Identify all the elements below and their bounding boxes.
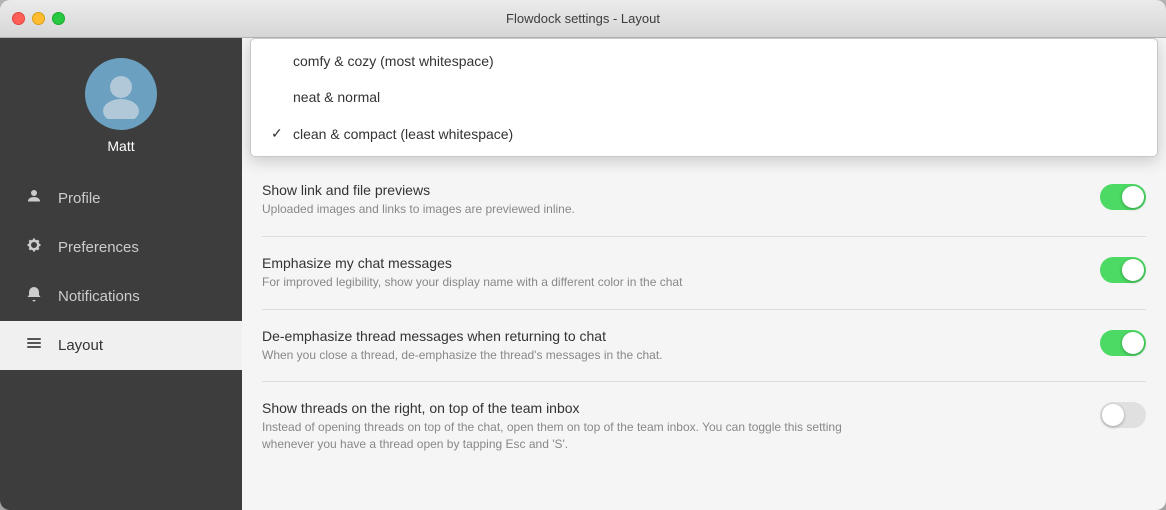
user-name: Matt [107, 138, 134, 154]
traffic-lights [12, 12, 65, 25]
window-title: Flowdock settings - Layout [506, 11, 660, 26]
sidebar-label-preferences: Preferences [58, 239, 139, 256]
dropdown-item-comfy[interactable]: comfy & cozy (most whitespace) [251, 43, 1157, 79]
sidebar-item-preferences[interactable]: Preferences [0, 223, 242, 272]
checkmark-comfy [271, 53, 287, 69]
close-button[interactable] [12, 12, 25, 25]
setting-row-link-previews: Show link and file previews Uploaded ima… [262, 164, 1146, 237]
sidebar-label-layout: Layout [58, 337, 103, 354]
dropdown-label-neat: neat & normal [293, 89, 380, 105]
setting-desc-threads-right: Instead of opening threads on top of the… [262, 419, 842, 453]
setting-title-threads-right: Show threads on the right, on top of the… [262, 400, 1080, 416]
avatar [85, 58, 157, 130]
sidebar-label-notifications: Notifications [58, 288, 140, 305]
sidebar: Matt Profile [0, 38, 242, 510]
toggle-deemphasize-thread[interactable] [1100, 330, 1146, 356]
checkmark-neat [271, 89, 287, 105]
setting-title-emphasize-chat: Emphasize my chat messages [262, 255, 1080, 271]
sidebar-item-profile[interactable]: Profile [0, 174, 242, 223]
setting-row-deemphasize-thread: De-emphasize thread messages when return… [262, 310, 1146, 383]
setting-text-deemphasize-thread: De-emphasize thread messages when return… [262, 328, 1100, 364]
dropdown-label-comfy: comfy & cozy (most whitespace) [293, 53, 494, 69]
bell-icon [24, 286, 44, 307]
checkmark-clean: ✓ [271, 125, 287, 142]
setting-title-deemphasize-thread: De-emphasize thread messages when return… [262, 328, 1080, 344]
toggle-knob-threads-right [1102, 404, 1124, 426]
setting-row-threads-right: Show threads on the right, on top of the… [262, 382, 1146, 471]
layout-dropdown[interactable]: comfy & cozy (most whitespace) neat & no… [250, 38, 1158, 157]
nav-items: Profile Preferences [0, 174, 242, 370]
toggle-knob-emphasize-chat [1122, 259, 1144, 281]
main-content: Matt Profile [0, 38, 1166, 510]
minimize-button[interactable] [32, 12, 45, 25]
setting-desc-link-previews: Uploaded images and links to images are … [262, 201, 842, 218]
toggle-knob-deemphasize-thread [1122, 332, 1144, 354]
toggle-knob-link-previews [1122, 186, 1144, 208]
setting-desc-emphasize-chat: For improved legibility, show your displ… [262, 274, 842, 291]
dropdown-item-neat[interactable]: neat & normal [251, 79, 1157, 115]
sidebar-item-layout[interactable]: Layout [0, 321, 242, 370]
toggle-emphasize-chat[interactable] [1100, 257, 1146, 283]
dropdown-item-clean[interactable]: ✓ clean & compact (least whitespace) [251, 115, 1157, 152]
maximize-button[interactable] [52, 12, 65, 25]
person-icon [24, 188, 44, 209]
setting-text-emphasize-chat: Emphasize my chat messages For improved … [262, 255, 1100, 291]
dropdown-label-clean: clean & compact (least whitespace) [293, 126, 513, 142]
app-window: Flowdock settings - Layout Matt [0, 0, 1166, 510]
content-area: comfy & cozy (most whitespace) neat & no… [242, 38, 1166, 510]
setting-row-emphasize-chat: Emphasize my chat messages For improved … [262, 237, 1146, 310]
setting-text-link-previews: Show link and file previews Uploaded ima… [262, 182, 1100, 218]
setting-text-threads-right: Show threads on the right, on top of the… [262, 400, 1100, 453]
lines-icon [24, 335, 44, 356]
avatar-container: Matt [85, 58, 157, 154]
settings-area: Show link and file previews Uploaded ima… [242, 148, 1166, 487]
setting-title-link-previews: Show link and file previews [262, 182, 1080, 198]
titlebar: Flowdock settings - Layout [0, 0, 1166, 38]
sidebar-label-profile: Profile [58, 190, 101, 207]
toggle-link-previews[interactable] [1100, 184, 1146, 210]
gear-icon [24, 237, 44, 258]
setting-desc-deemphasize-thread: When you close a thread, de-emphasize th… [262, 347, 842, 364]
toggle-threads-right[interactable] [1100, 402, 1146, 428]
sidebar-item-notifications[interactable]: Notifications [0, 272, 242, 321]
